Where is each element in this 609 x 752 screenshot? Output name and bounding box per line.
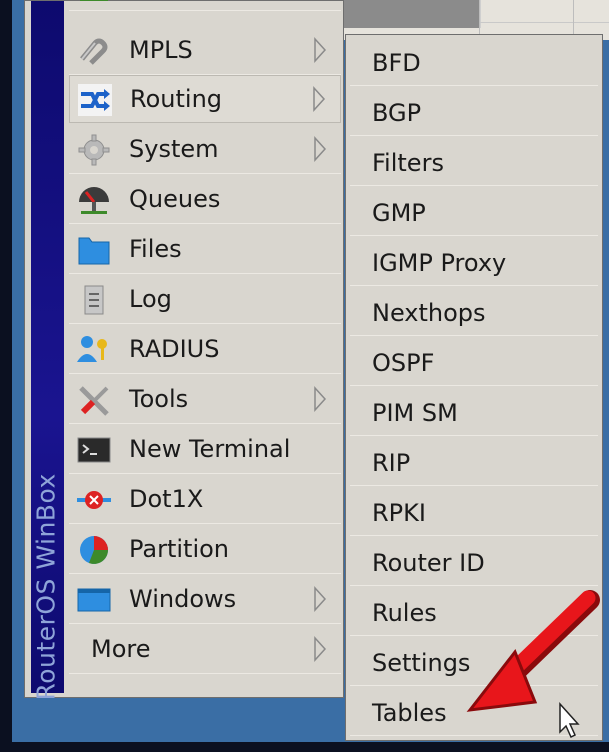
submenu-item-label: Tables bbox=[372, 699, 447, 727]
submenu-item-tables[interactable]: Tables bbox=[350, 688, 598, 736]
submenu-item-pim-sm[interactable]: PIM SM bbox=[350, 388, 598, 436]
dot1x-icon bbox=[77, 491, 111, 509]
menu-item-label: New Terminal bbox=[129, 435, 291, 463]
menu-item-label: Partition bbox=[129, 535, 230, 563]
submenu-item-label: Settings bbox=[372, 649, 471, 677]
chevron-right-icon bbox=[314, 586, 327, 612]
menu-item-system[interactable]: System bbox=[69, 126, 341, 174]
submenu-item-label: RPKI bbox=[372, 499, 426, 527]
menu-item-queues[interactable]: Queues bbox=[69, 176, 341, 224]
chevron-right-icon bbox=[314, 636, 327, 662]
menu-item-label: Windows bbox=[129, 585, 237, 613]
menu-item-label: Log bbox=[129, 285, 172, 313]
menu-item-label: Queues bbox=[129, 185, 221, 213]
submenu-item-gmp[interactable]: GMP bbox=[350, 188, 598, 236]
submenu-item-rip[interactable]: RIP bbox=[350, 438, 598, 486]
submenu-item-bfd[interactable]: BFD bbox=[350, 38, 598, 86]
menu-item-new-terminal[interactable]: New Terminal bbox=[69, 426, 341, 474]
submenu-item-label: Router ID bbox=[372, 549, 485, 577]
menu-item-files[interactable]: Files bbox=[69, 226, 341, 274]
submenu-item-nexthops[interactable]: Nexthops bbox=[350, 288, 598, 336]
submenu-item-label: RIP bbox=[372, 449, 411, 477]
folder-icon bbox=[78, 237, 110, 265]
submenu-item-label: Filters bbox=[372, 149, 444, 177]
brand-label: RouterOS WinBox bbox=[31, 473, 61, 701]
menu-item-tools[interactable]: Tools bbox=[69, 376, 341, 424]
submenu-item-label: OSPF bbox=[372, 349, 435, 377]
screen: RouterOS WinBox MPLS Routing System Queu… bbox=[0, 0, 609, 752]
menu-item-partition[interactable]: Partition bbox=[69, 526, 341, 574]
terminal-icon bbox=[77, 437, 111, 463]
mpls-icon bbox=[80, 38, 108, 65]
menu-item-radius[interactable]: RADIUS bbox=[69, 326, 341, 374]
menu-item-label: Tools bbox=[129, 385, 189, 413]
menu-item-label: Routing bbox=[130, 85, 223, 113]
submenu-item-rpki[interactable]: RPKI bbox=[350, 488, 598, 536]
windows-icon bbox=[77, 588, 111, 612]
submenu-item-settings[interactable]: Settings bbox=[350, 638, 598, 686]
menu-item-more[interactable]: More bbox=[69, 626, 341, 674]
submenu-item-router-id[interactable]: Router ID bbox=[350, 538, 598, 586]
main-menu: RouterOS WinBox MPLS Routing System Queu… bbox=[24, 0, 344, 701]
radius-icon bbox=[77, 336, 107, 362]
menu-item-label: MPLS bbox=[129, 36, 193, 64]
submenu-item-ospf[interactable]: OSPF bbox=[350, 338, 598, 386]
submenu-item-filters[interactable]: Filters bbox=[350, 138, 598, 186]
submenu-item-igmp-proxy[interactable]: IGMP Proxy bbox=[350, 238, 598, 286]
submenu-item-bgp[interactable]: BGP bbox=[350, 88, 598, 136]
system-gear-icon bbox=[78, 134, 110, 166]
submenu-item-label: GMP bbox=[372, 199, 426, 227]
menu-item-label: More bbox=[91, 635, 151, 663]
chevron-right-icon bbox=[313, 86, 326, 112]
submenu-item-label: Nexthops bbox=[372, 299, 486, 327]
chevron-right-icon bbox=[314, 386, 327, 412]
routing-icon bbox=[78, 84, 112, 116]
menu-item-label: RADIUS bbox=[129, 335, 220, 363]
cutoff-icon bbox=[80, 0, 108, 1]
menu-item-label: System bbox=[129, 135, 219, 163]
background-window-gridline bbox=[479, 22, 609, 23]
submenu-item-label: PIM SM bbox=[372, 399, 458, 427]
routing-submenu: BFD BGP Filters GMP IGMP Proxy Nexthops … bbox=[345, 34, 603, 741]
menu-item-mpls[interactable]: MPLS bbox=[69, 27, 341, 75]
submenu-item-rules[interactable]: Rules bbox=[350, 588, 598, 636]
submenu-item-label: BGP bbox=[372, 99, 422, 127]
submenu-item-label: IGMP Proxy bbox=[372, 249, 507, 277]
menu-item-cutoff[interactable] bbox=[69, 0, 341, 11]
log-icon bbox=[84, 285, 104, 315]
submenu-item-label: BFD bbox=[372, 49, 421, 77]
queues-icon bbox=[79, 187, 109, 214]
partition-pie-icon bbox=[80, 536, 108, 564]
background-window-header bbox=[343, 0, 481, 28]
tools-icon bbox=[79, 386, 109, 416]
menu-item-label: Dot1X bbox=[129, 485, 204, 513]
menu-item-routing[interactable]: Routing bbox=[69, 75, 341, 123]
brand-strip: RouterOS WinBox bbox=[31, 1, 64, 701]
chevron-right-icon bbox=[314, 37, 327, 63]
menu-item-windows[interactable]: Windows bbox=[69, 576, 341, 624]
menu-item-log[interactable]: Log bbox=[69, 276, 341, 324]
submenu-item-label: Rules bbox=[372, 599, 437, 627]
menu-item-label: Files bbox=[129, 235, 182, 263]
chevron-right-icon bbox=[314, 136, 327, 162]
menu-item-dot1x[interactable]: Dot1X bbox=[69, 476, 341, 524]
